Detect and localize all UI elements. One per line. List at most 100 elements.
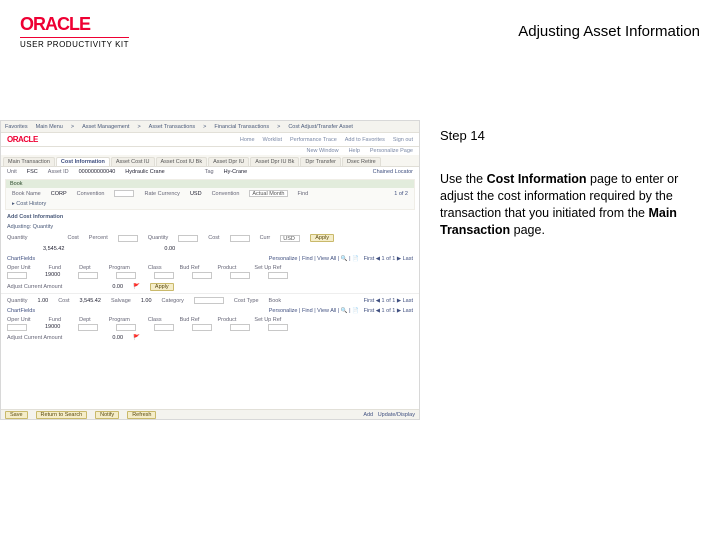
- cost-label-2: Cost: [58, 298, 69, 304]
- col2-set-up-ref: Set Up Ref: [254, 317, 281, 323]
- quantity-input[interactable]: [178, 235, 198, 242]
- nav-perf-trace[interactable]: Performance Trace: [290, 137, 337, 143]
- col2-product: Product: [217, 317, 236, 323]
- val-product[interactable]: [230, 272, 250, 279]
- chartfields-pager-2[interactable]: Personalize | Find | View All | 🔍 | 📄 Fi…: [269, 308, 413, 314]
- notify-button[interactable]: Notify: [95, 411, 119, 419]
- col-oper-unit: Oper Unit: [7, 265, 31, 271]
- val-oper-unit[interactable]: [7, 272, 27, 279]
- salvage-value-2: 1.00: [141, 298, 152, 304]
- adjust-row-1b: 3,545.42 0.00: [1, 244, 419, 254]
- col2-bud-ref: Bud Ref: [180, 317, 200, 323]
- chartfields-1-cols: Oper Unit Fund Dept Program Class Bud Re…: [1, 264, 419, 272]
- col2-fund: Fund: [49, 317, 62, 323]
- breadcrumb-item[interactable]: Financial Transactions: [214, 124, 269, 130]
- val-class[interactable]: [154, 272, 174, 279]
- tab-asset-dpr-iu-bk[interactable]: Asset Dpr IU Bk: [250, 157, 299, 166]
- cost-type-label-2: Cost Type: [234, 298, 259, 304]
- step-text-post: page.: [510, 223, 545, 237]
- col-product: Product: [217, 265, 236, 271]
- val2-bud-ref[interactable]: [192, 324, 212, 331]
- adjust-current-label: Adjust Current Amount: [7, 284, 62, 290]
- adjust-row-2: Quantity 1.00 Cost 3,545.42 Salvage 1.00…: [1, 293, 419, 306]
- tab-cost-information[interactable]: Cost Information: [56, 157, 110, 166]
- val2-set-up-ref[interactable]: [268, 324, 288, 331]
- chartfields-label-2[interactable]: ChartFields: [7, 308, 35, 314]
- val2-dept[interactable]: [78, 324, 98, 331]
- apply-button[interactable]: Apply: [310, 234, 334, 242]
- val2-class[interactable]: [154, 324, 174, 331]
- col2-program: Program: [109, 317, 130, 323]
- col-dept: Dept: [79, 265, 91, 271]
- col-bud-ref: Bud Ref: [180, 265, 200, 271]
- link-new-window[interactable]: New Window: [306, 148, 338, 154]
- brand-subtitle: USER PRODUCTIVITY KIT: [20, 37, 129, 49]
- category-label-2: Category: [162, 298, 184, 304]
- step-text: Use the Cost Information page to enter o…: [440, 171, 700, 239]
- tag-value: Hy-Crane: [224, 169, 248, 175]
- rate-currency-value: USD: [190, 191, 202, 197]
- return-button[interactable]: Return to Search: [36, 411, 88, 419]
- book-label-2: Book: [269, 298, 282, 304]
- col-program: Program: [109, 265, 130, 271]
- cost-input[interactable]: [230, 235, 250, 242]
- tab-main-transaction[interactable]: Main Transaction: [3, 157, 55, 166]
- tab-asset-cost-iu[interactable]: Asset Cost IU: [111, 157, 155, 166]
- val2-product[interactable]: [230, 324, 250, 331]
- adjusting-quantity-label: Adjusting: Quantity: [1, 222, 419, 232]
- chained-locator[interactable]: Chained Locator: [373, 169, 413, 175]
- val2-oper-unit[interactable]: [7, 324, 27, 331]
- link-personalize[interactable]: Personalize Page: [370, 148, 413, 154]
- nav-sign-out[interactable]: Sign out: [393, 137, 413, 143]
- tab-asset-dpr-iu[interactable]: Asset Dpr IU: [208, 157, 249, 166]
- global-header: ORACLE Home Worklist Performance Trace A…: [1, 133, 419, 147]
- breadcrumb-item[interactable]: Asset Transactions: [149, 124, 195, 130]
- convention2-select[interactable]: Actual Month: [249, 190, 287, 197]
- col-class: Class: [148, 265, 162, 271]
- val-bud-ref[interactable]: [192, 272, 212, 279]
- val-dept[interactable]: [78, 272, 98, 279]
- cost-label: Cost: [67, 235, 78, 241]
- nav-add-fav[interactable]: Add to Favorites: [345, 137, 385, 143]
- footer-right[interactable]: Add Update/Display: [363, 412, 415, 418]
- page-header: ORACLE USER PRODUCTIVITY KIT Adjusting A…: [20, 14, 700, 49]
- toolbar-links: New Window Help Personalize Page: [1, 147, 419, 155]
- curr-input[interactable]: USD: [280, 235, 300, 242]
- tab-asset-cost-iu-bk[interactable]: Asset Cost IU Bk: [156, 157, 208, 166]
- cost-history-link[interactable]: ▸ Cost History: [6, 199, 414, 209]
- breadcrumb-item[interactable]: Cost Adjust/Transfer Asset: [288, 124, 353, 130]
- val-set-up-ref[interactable]: [268, 272, 288, 279]
- percent-input[interactable]: [118, 235, 138, 242]
- convention-input[interactable]: [114, 190, 134, 197]
- val2-program[interactable]: [116, 324, 136, 331]
- nav-home[interactable]: Home: [240, 137, 255, 143]
- salvage-value: 3,545.42: [43, 246, 64, 252]
- chartfields-pager[interactable]: Personalize | Find | View All | 🔍 | 📄 Fi…: [269, 256, 413, 262]
- global-nav: Home Worklist Performance Trace Add to F…: [240, 137, 413, 143]
- tab-dpr-transfer[interactable]: Dpr Transfer: [300, 157, 341, 166]
- convention2-label: Convention: [212, 191, 240, 197]
- row2-pager[interactable]: First ◀ 1 of 1 ▶ Last: [364, 298, 413, 304]
- asset-id-value: 000000000040: [79, 169, 116, 175]
- breadcrumb-item[interactable]: Asset Management: [82, 124, 129, 130]
- oracle-logo: ORACLE: [7, 135, 38, 144]
- link-help[interactable]: Help: [349, 148, 360, 154]
- adjust-current-value: 0.00: [112, 284, 123, 290]
- apply-button-2[interactable]: Apply: [150, 283, 174, 291]
- breadcrumb-item[interactable]: Main Menu: [36, 124, 63, 130]
- tab-dsec-retire[interactable]: Dsec Retire: [342, 157, 381, 166]
- book-panel: Book Book Name CORP Convention Rate Curr…: [5, 179, 415, 210]
- book-row: Book Name CORP Convention Rate Currency …: [6, 188, 414, 199]
- val-program[interactable]: [116, 272, 136, 279]
- col2-oper-unit: Oper Unit: [7, 317, 31, 323]
- chartfields-label[interactable]: ChartFields: [7, 256, 35, 262]
- nav-worklist[interactable]: Worklist: [263, 137, 282, 143]
- breadcrumb-item[interactable]: Favorites: [5, 124, 28, 130]
- cost-history-label: Cost History: [16, 201, 46, 207]
- save-button[interactable]: Save: [5, 411, 28, 419]
- percent-label: Percent: [89, 235, 108, 241]
- col-fund: Fund: [49, 265, 62, 271]
- category-select-2[interactable]: [194, 297, 224, 304]
- book-pager[interactable]: 1 of 2: [394, 191, 408, 197]
- refresh-button[interactable]: Refresh: [127, 411, 156, 419]
